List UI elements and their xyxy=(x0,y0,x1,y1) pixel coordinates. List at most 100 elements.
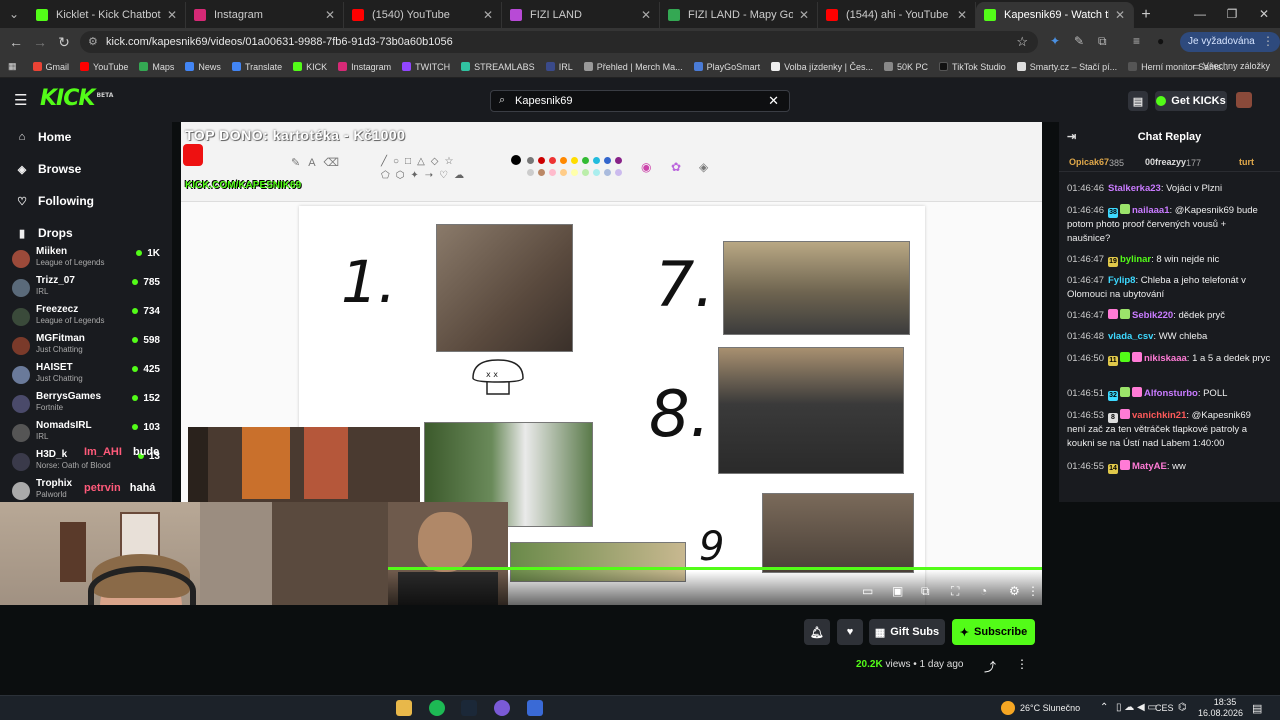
kick-logo[interactable]: KICK BETA xyxy=(40,86,113,111)
close-tab-icon[interactable]: ✕ xyxy=(167,8,177,22)
weather-text[interactable]: 26°C Slunečno xyxy=(1020,703,1080,713)
bookmark-item[interactable]: PlayGoSmart xyxy=(693,62,760,72)
expand-chat-icon[interactable]: ⇥ xyxy=(1067,122,1076,152)
message-user[interactable]: Fylip8 xyxy=(1108,275,1135,286)
tray-arrow-icon[interactable]: ⌃ xyxy=(1100,702,1108,713)
extensions-puzzle-icon[interactable]: ⧉ xyxy=(1098,34,1107,49)
close-tab-icon[interactable]: ✕ xyxy=(1115,8,1125,22)
all-bookmarks-button[interactable]: ▭ Všechny záložky xyxy=(1192,61,1270,72)
tray-icons[interactable]: ▯ ☁ ◀ ▭ xyxy=(1116,702,1157,713)
message-user[interactable]: nikiskaaa xyxy=(1144,353,1187,364)
speed-icon[interactable]: ◔ xyxy=(980,584,987,598)
message-user[interactable]: MatyAE xyxy=(1132,461,1167,472)
nav-home[interactable]: ⌂ Home xyxy=(16,130,72,144)
clear-search-icon[interactable]: ✕ xyxy=(768,93,779,109)
browser-tab[interactable]: (1540) YouTube ✕ xyxy=(344,2,502,28)
close-window-icon[interactable]: ✕ xyxy=(1248,0,1280,28)
reload-icon[interactable]: ↻ xyxy=(52,34,76,51)
media-control-icon[interactable]: ≡ xyxy=(1133,34,1140,48)
bookmark-item[interactable]: Gmail xyxy=(32,62,69,72)
bookmark-item[interactable]: YouTube xyxy=(80,62,128,72)
bookmark-item[interactable]: Přehled | Merch Ma... xyxy=(583,62,683,72)
bookmark-item[interactable]: News xyxy=(185,62,221,72)
message-user[interactable]: Stalkerka23 xyxy=(1108,183,1161,194)
follow-button[interactable]: ♥ xyxy=(837,619,863,645)
sidebar-channel[interactable]: Miiken League of Legends 1K xyxy=(10,246,162,274)
profile-icon[interactable]: ● xyxy=(1157,34,1164,48)
notification-bell-button[interactable]: 🔔︎ xyxy=(804,619,830,645)
bookmark-item[interactable]: Smarty.cz – Stačí pí... xyxy=(1016,62,1117,72)
browser-tab-active[interactable]: Kapesnik69 - Watch the VOD ✕ xyxy=(976,2,1134,28)
top-gifter[interactable]: Opicak67 385 xyxy=(1069,157,1124,168)
spotify-icon[interactable] xyxy=(429,700,445,716)
close-tab-icon[interactable]: ✕ xyxy=(641,8,651,22)
picture-in-picture-icon[interactable]: ⧉ xyxy=(921,584,930,599)
close-tab-icon[interactable]: ✕ xyxy=(483,8,493,22)
bookmark-item[interactable]: TikTok Studio xyxy=(939,62,1006,72)
top-gifter[interactable]: turt xyxy=(1239,157,1254,167)
more-icon[interactable]: ⋮ xyxy=(1027,584,1039,598)
obs-icon[interactable] xyxy=(494,700,510,716)
search-input[interactable]: ⌕ Kapesnik69 ✕ xyxy=(490,90,790,112)
file-explorer-icon[interactable] xyxy=(396,700,412,716)
nav-following[interactable]: ♡ Following xyxy=(16,194,94,208)
message-user[interactable]: Alfonsturbo xyxy=(1144,388,1198,399)
maximize-icon[interactable]: ❐ xyxy=(1216,0,1248,28)
user-avatar[interactable] xyxy=(1236,92,1252,108)
sidebar-channel[interactable]: BerrysGames Fortnite 152 xyxy=(10,391,162,419)
nav-drops[interactable]: ▮ Drops xyxy=(16,226,73,240)
clip-icon[interactable]: ▣ xyxy=(892,584,903,598)
browser-tab[interactable]: FIZI LAND ✕ xyxy=(502,2,660,28)
url-field[interactable]: ⚙ kick.com/kapesnik69/videos/01a00631-99… xyxy=(80,31,1038,53)
browser-menu-icon[interactable]: ⋮ xyxy=(1262,34,1274,48)
new-tab-icon[interactable]: + xyxy=(1134,2,1158,28)
settings-icon[interactable]: ⚙ xyxy=(1009,584,1020,598)
bookmark-item[interactable]: TWITCH xyxy=(402,62,450,72)
bookmark-item[interactable]: Instagram xyxy=(338,62,391,72)
clock-date[interactable]: 16.08.2026 xyxy=(1198,708,1243,718)
sidebar-channel[interactable]: Trizz_07 IRL 785 xyxy=(10,275,162,303)
apps-icon[interactable]: ▦ xyxy=(8,61,17,72)
network-icon[interactable]: ⌬ xyxy=(1178,702,1187,713)
menu-icon[interactable]: ☰ xyxy=(14,91,27,109)
language-indicator[interactable]: CES xyxy=(1155,703,1174,713)
bookmark-item[interactable]: Translate xyxy=(231,62,282,72)
close-tab-icon[interactable]: ✕ xyxy=(799,8,809,22)
gift-subs-button[interactable]: ▦ Gift Subs xyxy=(869,619,945,645)
sidebar-channel[interactable]: NomadsIRL IRL 103 xyxy=(10,420,162,448)
sidebar-channel[interactable]: MGFitman Just Chatting 598 xyxy=(10,333,162,361)
clock-time[interactable]: 18:35 xyxy=(1206,697,1244,707)
video-progress-bar[interactable] xyxy=(388,567,1042,570)
sidebar-channel[interactable]: HAISET Just Chatting 425 xyxy=(10,362,162,390)
message-user[interactable]: Sebik220 xyxy=(1132,310,1173,321)
forward-icon[interactable]: → xyxy=(28,34,52,50)
minimize-icon[interactable]: — xyxy=(1184,0,1216,28)
message-user[interactable]: vanichkin21 xyxy=(1132,410,1186,421)
sidebar-channel[interactable]: Freezecz League of Legends 734 xyxy=(10,304,162,332)
steam-icon[interactable] xyxy=(461,700,477,716)
message-user[interactable]: bylinar xyxy=(1120,254,1151,265)
top-gifter[interactable]: 00freazyy 177 xyxy=(1145,157,1201,168)
share-icon[interactable]: ⤴ xyxy=(984,658,996,675)
extension-icon[interactable]: ✦ xyxy=(1050,34,1060,48)
chrome-icon[interactable] xyxy=(527,700,543,716)
browser-tab[interactable]: (1544) ahi - YouTube ✕ xyxy=(818,2,976,28)
library-icon[interactable]: ▤ xyxy=(1128,91,1148,111)
site-info-icon[interactable]: ⚙ xyxy=(88,35,98,48)
close-tab-icon[interactable]: ✕ xyxy=(957,8,967,22)
browser-tab[interactable]: Instagram ✕ xyxy=(186,2,344,28)
nav-browse[interactable]: ◈ Browse xyxy=(16,162,82,176)
extension-icon[interactable]: ✎ xyxy=(1074,34,1084,48)
message-user[interactable]: vlada_csv xyxy=(1108,331,1153,342)
theatre-mode-icon[interactable]: ▭ xyxy=(862,584,873,598)
more-options-icon[interactable]: ⋮ xyxy=(1016,657,1028,671)
browser-tab[interactable]: Kicklet - Kick Chatbot, Kick Wid ✕ xyxy=(28,2,186,28)
bookmark-star-icon[interactable]: ☆ xyxy=(1016,34,1028,50)
back-icon[interactable]: ← xyxy=(4,34,28,50)
message-user[interactable]: nailaaa1 xyxy=(1132,205,1170,216)
browser-tab[interactable]: FIZI LAND - Mapy Google ✕ xyxy=(660,2,818,28)
tab-search-icon[interactable]: ⌄ xyxy=(0,0,28,28)
notifications-icon[interactable]: ▤ xyxy=(1252,702,1262,715)
subscribe-button[interactable]: ✦ Subscribe xyxy=(952,619,1035,645)
bookmark-item[interactable]: Volba jízdenky | Čes... xyxy=(771,62,873,72)
